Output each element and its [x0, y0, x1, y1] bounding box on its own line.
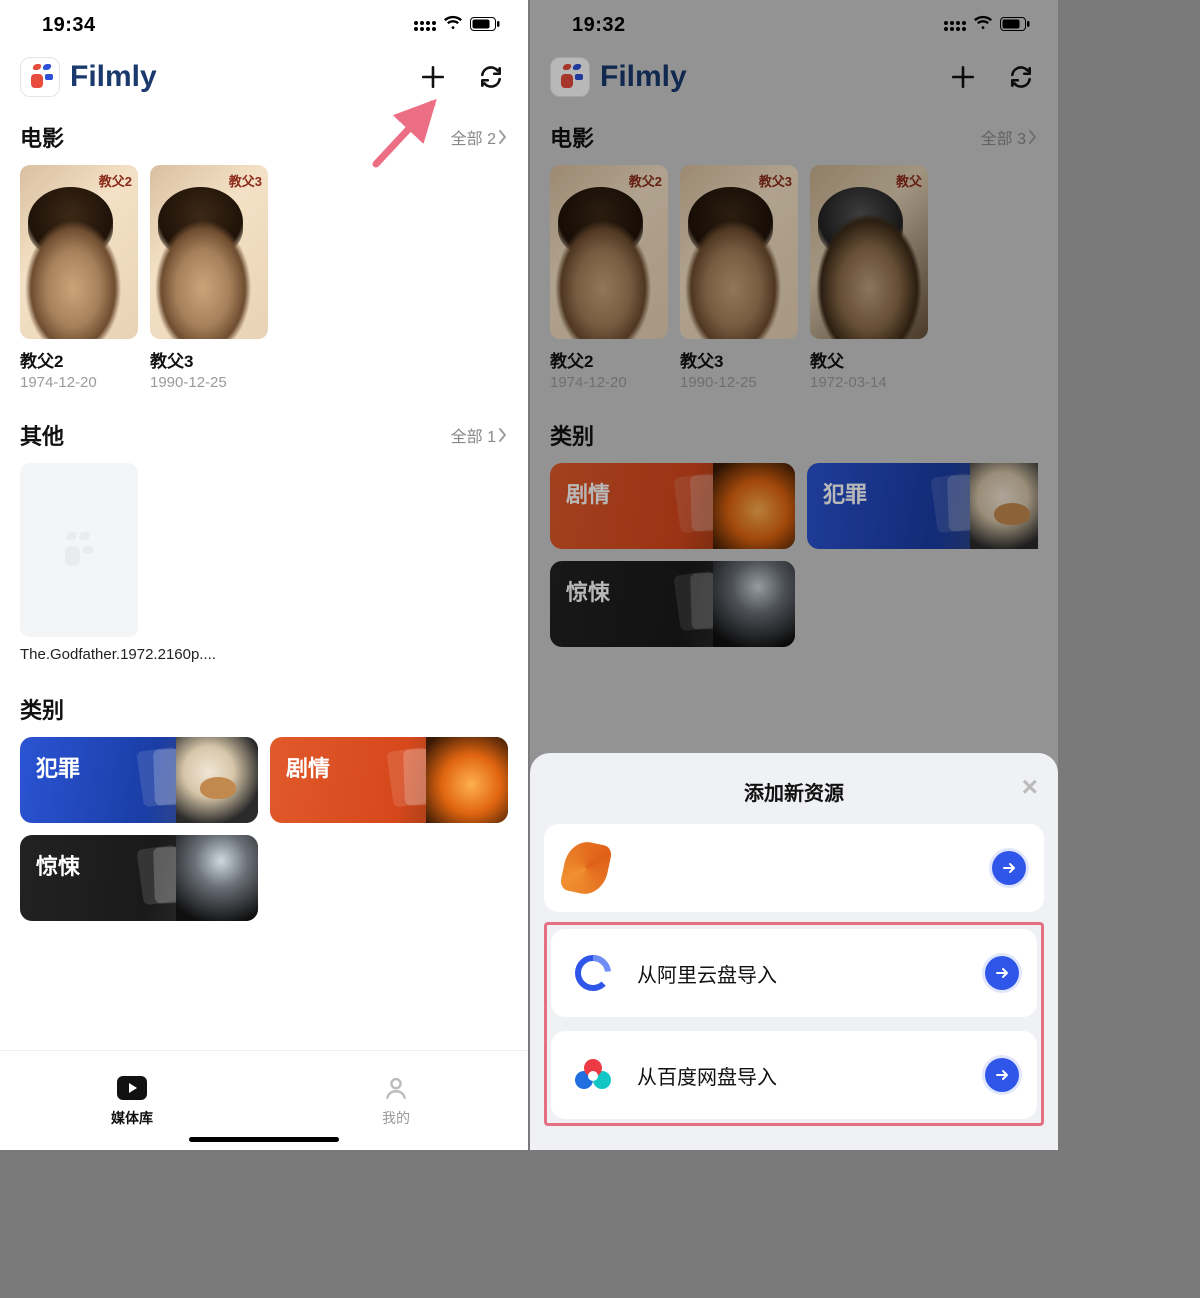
add-source-sheet: 添加新资源 × 从阿里云盘导入 从百度网盘导入: [530, 753, 1058, 1150]
home-indicator[interactable]: [189, 1137, 339, 1142]
brand[interactable]: Filmly: [550, 57, 687, 97]
screen-left: 19:34 Filmly 电影 全部 2 教父2 教父2 1974-12-20: [0, 0, 528, 1150]
arrow-right-icon: [985, 956, 1019, 990]
app-header: Filmly: [0, 43, 528, 109]
signal-icon: [944, 21, 966, 31]
close-icon[interactable]: ×: [1022, 773, 1038, 801]
movie-title: 教父: [810, 347, 928, 372]
screen-right: 19:32 Filmly 电影 全部 3 教父2 教父2 1974-12-20: [530, 0, 1058, 1150]
section-title: 类别: [550, 419, 594, 451]
status-bar: 19:32: [530, 0, 1058, 43]
file-placeholder-icon: [20, 463, 138, 637]
movie-date: 1990-12-25: [680, 374, 798, 391]
category-card-drama[interactable]: 剧情: [550, 463, 795, 549]
wifi-icon: [443, 14, 463, 37]
app-header: Filmly: [530, 43, 1058, 109]
app-logo-icon: [550, 57, 590, 97]
baidu-drive-icon: [571, 1053, 615, 1097]
refresh-button[interactable]: [1004, 60, 1038, 94]
play-icon: [117, 1073, 147, 1103]
annotation-highlight: 从阿里云盘导入 从百度网盘导入: [544, 922, 1044, 1126]
sheet-item-label: 从百度网盘导入: [637, 1061, 777, 1090]
tab-mine[interactable]: 我的: [264, 1051, 528, 1150]
add-button[interactable]: [416, 60, 450, 94]
view-all-movies[interactable]: 全部 2: [451, 125, 508, 149]
section-movies: 电影 全部 3 教父2 教父2 1974-12-20 教父3 教父3 1990-…: [530, 121, 1058, 391]
category-label: 惊悚: [566, 580, 610, 605]
brand[interactable]: Filmly: [20, 57, 157, 97]
category-card-crime[interactable]: 犯罪: [20, 737, 258, 823]
section-title: 其他: [20, 419, 64, 451]
sheet-item-baidu[interactable]: 从百度网盘导入: [551, 1031, 1037, 1119]
app-name: Filmly: [70, 60, 157, 94]
category-label: 犯罪: [823, 482, 867, 507]
view-all-movies[interactable]: 全部 3: [981, 125, 1038, 149]
movie-poster: 教父: [810, 165, 928, 339]
aliyun-drive-icon: [571, 951, 615, 995]
category-card-crime[interactable]: 犯罪: [807, 463, 1038, 549]
status-icons: [944, 14, 1030, 37]
section-categories: 类别 剧情 犯罪 惊悚: [530, 419, 1058, 647]
profile-icon: [381, 1073, 411, 1103]
app-logo-icon: [20, 57, 60, 97]
movie-date: 1974-12-20: [20, 374, 138, 391]
tab-label: 媒体库: [111, 1108, 153, 1128]
category-label: 剧情: [566, 482, 610, 507]
tab-label: 我的: [382, 1108, 410, 1128]
category-card-thriller[interactable]: 惊悚: [20, 835, 258, 921]
section-title: 电影: [550, 121, 594, 153]
sheet-item-label: 从阿里云盘导入: [637, 959, 777, 988]
category-card-drama[interactable]: 剧情: [270, 737, 508, 823]
movie-card[interactable]: 教父2 教父2 1974-12-20: [20, 165, 138, 391]
file-name: The.Godfather.1972.2160p....: [20, 645, 138, 665]
movie-title: 教父2: [20, 347, 138, 372]
category-label: 犯罪: [36, 756, 80, 781]
section-other: 其他 全部 1 The.Godfather.1972.2160p....: [0, 419, 528, 665]
category-label: 惊悚: [36, 854, 80, 879]
section-title: 类别: [20, 693, 64, 725]
signal-icon: [414, 21, 436, 31]
section-categories: 类别 犯罪 剧情 惊悚: [0, 693, 528, 921]
refresh-button[interactable]: [474, 60, 508, 94]
tab-bar: 媒体库 我的: [0, 1050, 528, 1150]
tab-library[interactable]: 媒体库: [0, 1051, 264, 1150]
file-card[interactable]: The.Godfather.1972.2160p....: [20, 463, 138, 665]
arrow-right-icon: [992, 851, 1026, 885]
source-local-icon: [564, 846, 608, 890]
movie-poster: 教父2: [550, 165, 668, 339]
battery-icon: [1000, 14, 1030, 37]
status-time: 19:34: [42, 14, 96, 37]
movie-title: 教父2: [550, 347, 668, 372]
status-time: 19:32: [572, 14, 626, 37]
category-label: 剧情: [286, 756, 330, 781]
section-title: 电影: [20, 121, 64, 153]
movie-card[interactable]: 教父2 教父2 1974-12-20: [550, 165, 668, 391]
status-bar: 19:34: [0, 0, 528, 43]
add-button[interactable]: [946, 60, 980, 94]
wifi-icon: [973, 14, 993, 37]
section-movies: 电影 全部 2 教父2 教父2 1974-12-20 教父3 教父3 1990-…: [0, 121, 528, 391]
view-all-other[interactable]: 全部 1: [451, 423, 508, 447]
sheet-title: 添加新资源: [744, 783, 844, 805]
battery-icon: [470, 14, 500, 37]
movie-poster: 教父2: [20, 165, 138, 339]
category-card-thriller[interactable]: 惊悚: [550, 561, 795, 647]
movie-card[interactable]: 教父3 教父3 1990-12-25: [150, 165, 268, 391]
movie-poster: 教父3: [150, 165, 268, 339]
movie-title: 教父3: [680, 347, 798, 372]
movie-date: 1990-12-25: [150, 374, 268, 391]
status-icons: [414, 14, 500, 37]
movie-poster: 教父3: [680, 165, 798, 339]
movie-card[interactable]: 教父3 教父3 1990-12-25: [680, 165, 798, 391]
movie-title: 教父3: [150, 347, 268, 372]
movie-card[interactable]: 教父 教父 1972-03-14: [810, 165, 928, 391]
arrow-right-icon: [985, 1058, 1019, 1092]
sheet-item-aliyun[interactable]: 从阿里云盘导入: [551, 929, 1037, 1017]
movie-date: 1972-03-14: [810, 374, 928, 391]
movie-date: 1974-12-20: [550, 374, 668, 391]
app-name: Filmly: [600, 60, 687, 94]
sheet-item-local[interactable]: [544, 824, 1044, 912]
